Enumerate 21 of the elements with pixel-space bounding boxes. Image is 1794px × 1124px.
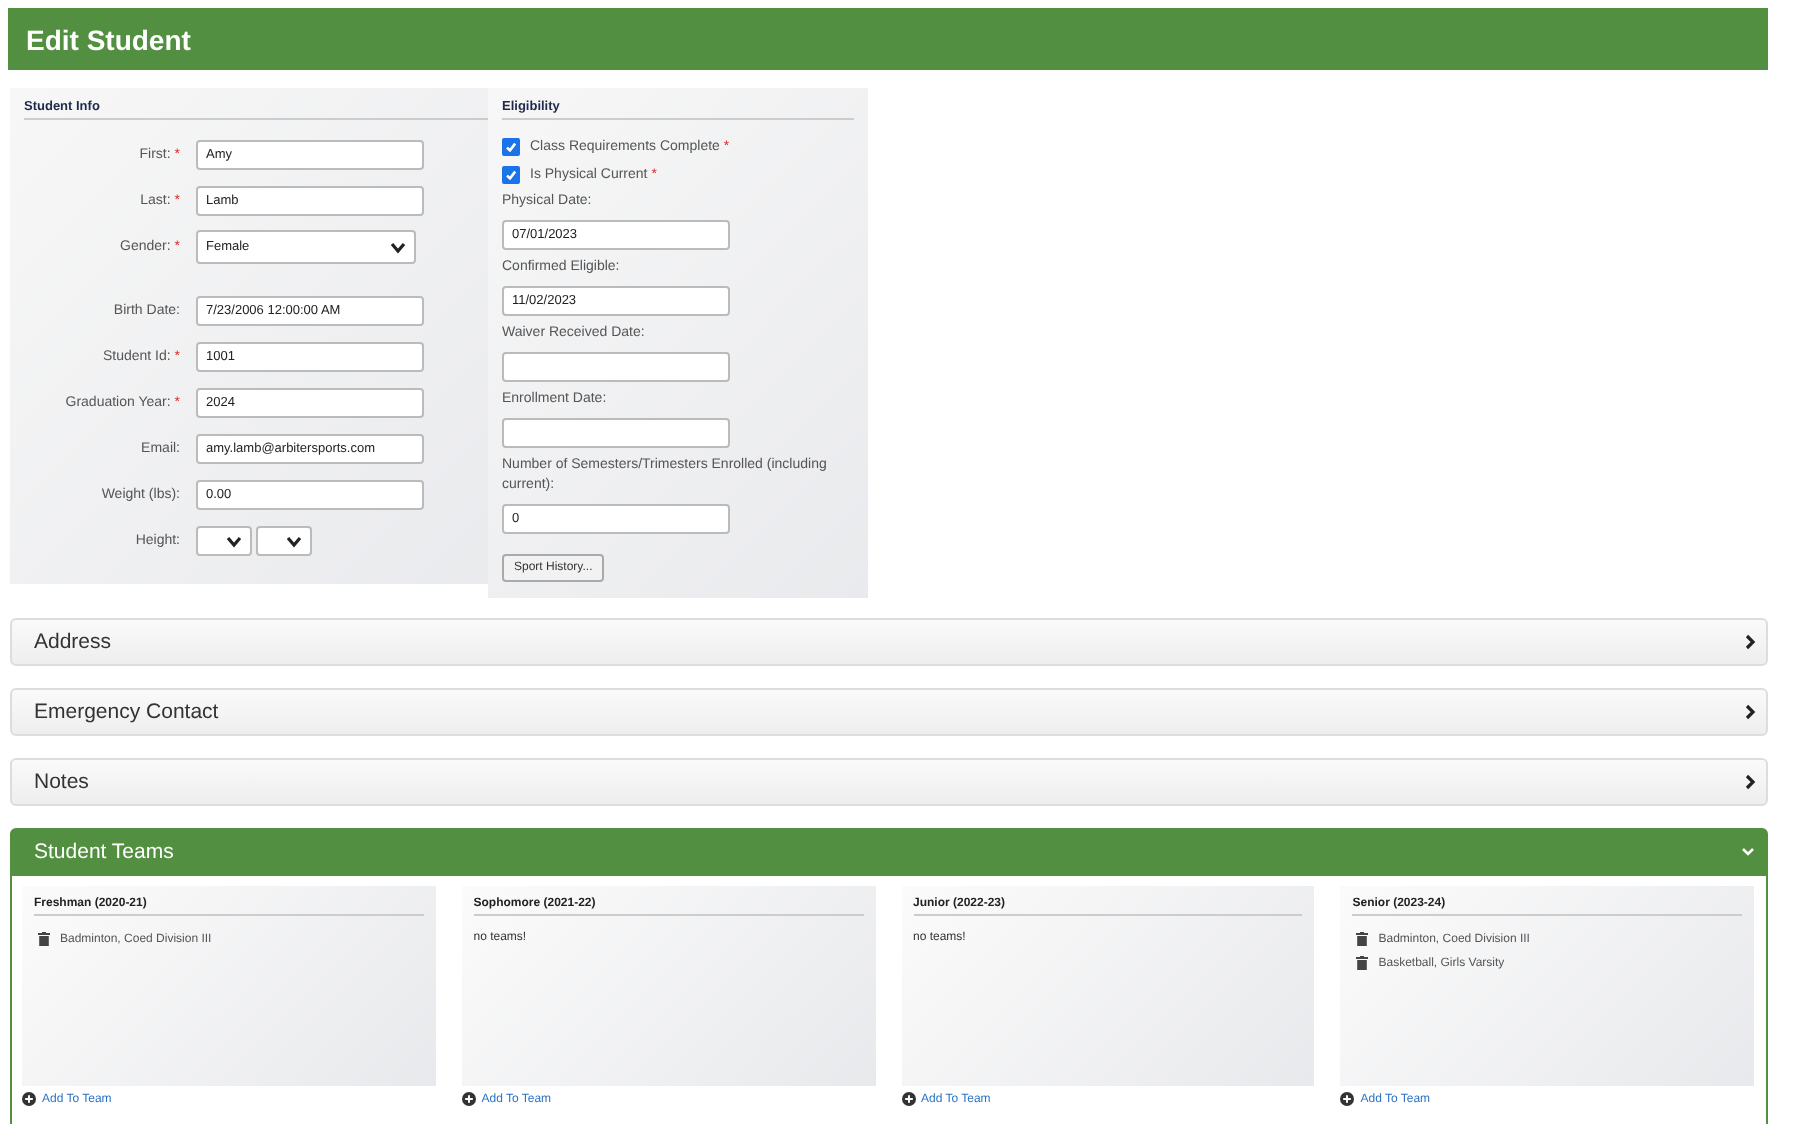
checkbox[interactable] bbox=[502, 165, 520, 183]
plus-circle-icon bbox=[22, 1092, 36, 1106]
dropdown[interactable] bbox=[256, 526, 312, 556]
accordion-header[interactable]: Student Teams bbox=[10, 828, 1768, 876]
checkbox[interactable] bbox=[502, 137, 520, 155]
chevron-down-icon bbox=[390, 241, 406, 253]
dropdown[interactable] bbox=[196, 526, 252, 556]
trash-icon[interactable] bbox=[38, 932, 50, 946]
chevron-down-icon bbox=[226, 535, 242, 547]
trash-icon[interactable] bbox=[1356, 932, 1369, 946]
trash-icon[interactable] bbox=[1356, 956, 1369, 970]
plus-circle-icon bbox=[901, 1092, 915, 1106]
chevron-down-icon bbox=[286, 535, 302, 547]
accordion-header[interactable]: Notes bbox=[10, 758, 1768, 806]
page-title: Edit Student bbox=[26, 23, 191, 55]
accordion-header[interactable]: Address bbox=[10, 618, 1768, 666]
plus-circle-icon bbox=[1340, 1092, 1355, 1106]
input-field[interactable] bbox=[502, 418, 730, 448]
plus-circle-icon bbox=[461, 1092, 476, 1106]
input-field[interactable] bbox=[502, 352, 730, 382]
accordion-header[interactable]: Emergency Contact bbox=[10, 688, 1768, 736]
